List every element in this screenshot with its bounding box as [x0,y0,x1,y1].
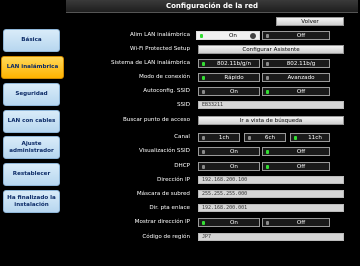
ssid-label: SSID [176,102,190,108]
auto-ssid-label: Autoconfig. SSID [143,88,190,94]
radio-indicator-icon [200,34,203,38]
mask-field[interactable]: 255.255.255.000 [198,190,344,198]
channel-6ch-option[interactable]: 6ch [244,133,286,142]
region-label: Código de región [142,234,190,240]
radio-indicator-icon [266,90,269,94]
wlan-power-on-option[interactable]: On [196,31,260,40]
wlan-system-bg-option[interactable]: 802.11b/g [262,59,330,68]
radio-indicator-icon [202,165,205,169]
ssid-display-off-option[interactable]: Off [262,147,330,156]
auto-ssid-on-option[interactable]: On [198,87,260,96]
option-label: On [230,164,238,170]
auto-ssid-off-option[interactable]: Off [262,87,330,96]
option-label: Off [296,220,306,226]
ssid-display-on-option[interactable]: On [198,147,260,156]
ssid-display-label: Visualización SSID [138,148,190,154]
show-ip-off-option[interactable]: Off [262,218,330,227]
radio-indicator-icon [202,90,205,94]
search-ap-label: Buscar punto de acceso [122,117,190,123]
conn-mode-label: Modo de conexión [139,74,190,80]
option-label: On [230,149,238,155]
wps-label: Wi-Fi Protected Setup [130,46,190,52]
radio-indicator-icon [266,76,269,80]
dhcp-label: DHCP [174,163,190,169]
option-label: 6ch [264,135,276,141]
radio-indicator-icon [202,150,205,154]
wlan-system-bgn-option[interactable]: 802.11b/g/n [198,59,260,68]
wlan-power-label: Alim LAN inalámbrica [129,32,190,38]
ssid-field[interactable]: EB33211 [198,101,344,109]
gateway-label: Dir. pta enlace [149,205,190,211]
option-label: On [230,89,238,95]
radio-indicator-icon [248,136,251,140]
option-label: 802.11b/g [286,61,316,67]
radio-indicator-icon [266,150,269,154]
option-label: Off [296,89,306,95]
wps-configure-button[interactable]: Configurar Asistente [198,45,344,54]
radio-indicator-icon [202,62,205,66]
ip-field[interactable]: 192.168.200.100 [198,176,344,184]
dhcp-off-option[interactable]: Off [262,162,330,171]
option-label: Off [296,164,306,170]
conn-mode-advanced-option[interactable]: Avanzado [262,73,330,82]
sidebar: Básica LAN inalámbrica Seguridad LAN con… [0,0,66,266]
go-search-button[interactable]: Ir a vista de búsqueda [198,116,344,125]
option-label: Avanzado [287,75,315,81]
back-button[interactable]: Volver [276,17,344,26]
option-label: 802.11b/g/n [217,61,251,67]
radio-indicator-icon [266,221,269,225]
show-ip-label: Mostrar dirección IP [134,219,190,225]
page-title: Configuración de la red [66,0,358,13]
radio-indicator-icon [266,34,269,38]
mask-label: Máscara de subred [136,191,190,197]
region-field: JP7 [198,233,344,241]
channel-11ch-option[interactable]: 11ch [290,133,330,142]
radio-indicator-icon [202,221,205,225]
radio-indicator-icon [266,62,269,66]
channel-1ch-option[interactable]: 1ch [198,133,240,142]
network-settings-screen: Configuración de la red Básica LAN inalá… [0,0,360,266]
radio-indicator-icon [202,76,205,80]
check-icon [250,33,256,39]
wlan-power-off-option[interactable]: Off [262,31,330,40]
option-label: Off [296,33,306,39]
radio-indicator-icon [266,165,269,169]
dhcp-on-option[interactable]: On [198,162,260,171]
gateway-field[interactable]: 192.168.200.001 [198,204,344,212]
option-label: On [230,220,238,226]
conn-mode-fast-option[interactable]: Rápido [198,73,260,82]
wlan-system-label: Sistema de LAN inalámbrica [111,60,190,66]
radio-indicator-icon [202,136,205,140]
show-ip-on-option[interactable]: On [198,218,260,227]
radio-indicator-icon [294,136,297,140]
option-label: 1ch [218,135,230,141]
ip-label: Dirección IP [157,177,190,183]
option-label: 11ch [308,135,322,141]
channel-label: Canal [174,134,190,140]
option-label: Rápido [224,75,244,81]
option-label: Off [296,149,306,155]
